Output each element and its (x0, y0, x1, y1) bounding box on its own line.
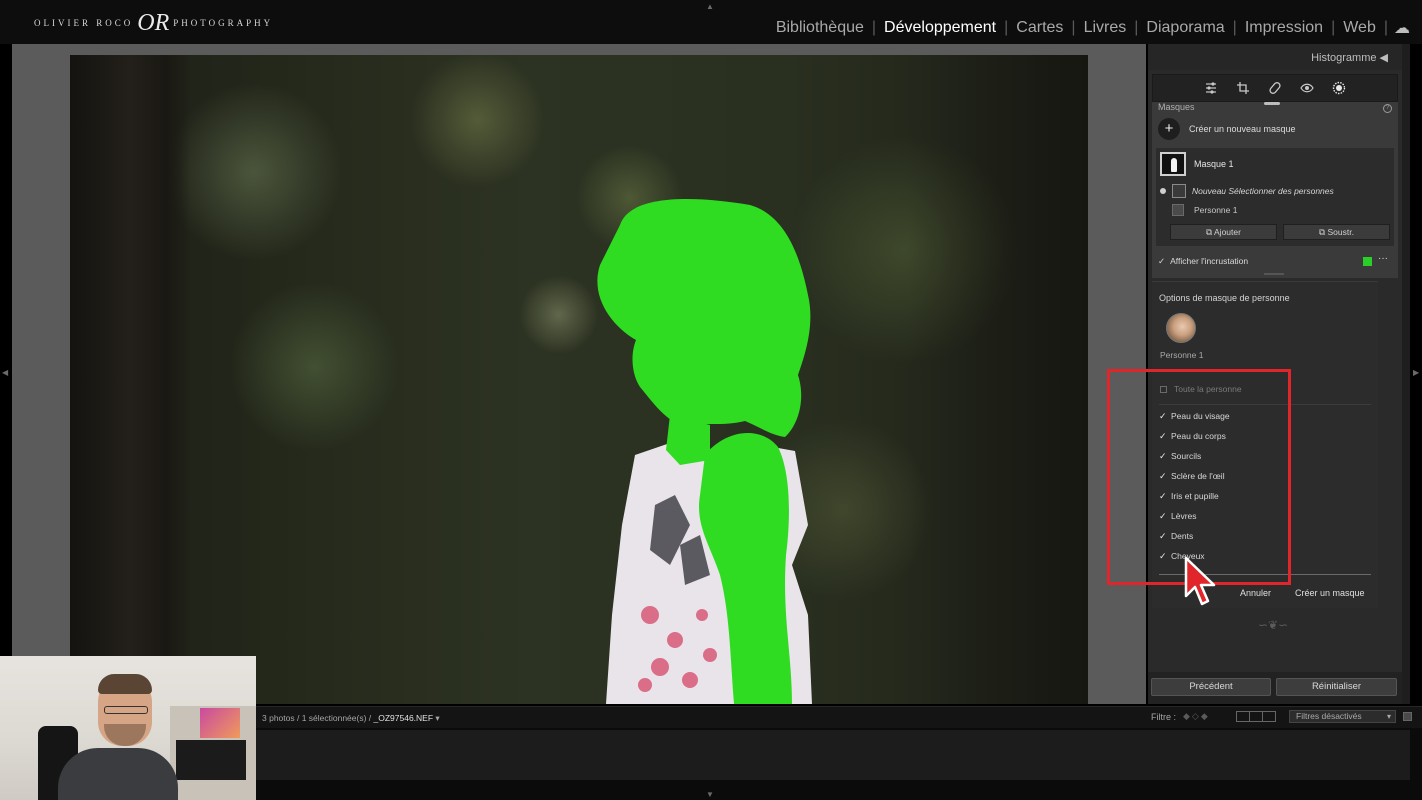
masks-title: Masques (1158, 102, 1195, 112)
person-caption: Personne 1 (1160, 350, 1204, 360)
module-picker: Bibliothèque | Développement | Cartes | Liv… (768, 18, 1422, 38)
module-print[interactable]: Impression (1237, 19, 1331, 37)
person-icon (1172, 204, 1184, 216)
checkmark-icon: ✓ (1158, 255, 1166, 266)
view-filter-icon[interactable] (1236, 711, 1276, 722)
panel-bottom-buttons: Précédent Réinitialiser (1148, 672, 1402, 704)
module-map[interactable]: Cartes (1008, 19, 1071, 37)
panel-end-ornament-icon: ∽❦∽ (1258, 618, 1289, 632)
panel-scrollbar[interactable] (1402, 44, 1410, 704)
collapse-top-arrow-icon[interactable]: ▲ (706, 2, 714, 11)
logo-right-text: PHOTOGRAPHY (173, 18, 274, 28)
filmstrip-thumbnails[interactable] (256, 730, 1410, 780)
cloud-sync-icon[interactable]: ☁ (1388, 18, 1422, 38)
masks-resize-handle[interactable] (1264, 273, 1284, 275)
logo-mark: OR (137, 9, 170, 36)
person-options-title: Options de masque de personne (1159, 293, 1290, 303)
help-icon[interactable]: ? (1383, 104, 1392, 113)
red-eye-icon[interactable] (1299, 80, 1315, 96)
reset-button[interactable]: Réinitialiser (1276, 678, 1397, 696)
filter-label: Filtre : (1151, 712, 1177, 722)
visibility-dot-icon[interactable] (1160, 188, 1166, 194)
overlay-color-swatch[interactable] (1363, 257, 1372, 266)
person-item[interactable]: Personne 1 (1172, 203, 1237, 217)
person-mask-overlay (597, 199, 812, 704)
flag-filter-icon[interactable]: ◆◇◆ (1183, 711, 1210, 722)
edit-sliders-icon[interactable] (1203, 80, 1219, 96)
add-button-label: Ajouter (1214, 227, 1241, 237)
tool-strip (1152, 74, 1398, 102)
histogram-header[interactable]: Histogramme ◀ (1148, 44, 1402, 70)
collapse-left-arrow-icon[interactable]: ◀ (2, 368, 8, 377)
create-new-mask-label: Créer un nouveau masque (1189, 124, 1296, 134)
collapse-right-arrow-icon[interactable]: ▶ (1413, 368, 1419, 377)
identity-plate: OLIVIER ROCO OR PHOTOGRAPHY (34, 10, 273, 36)
module-library[interactable]: Bibliothèque (768, 19, 872, 37)
plus-icon: + (1158, 118, 1180, 140)
subtract-button-label: Soustr. (1327, 227, 1354, 237)
person-name: Personne 1 (1194, 205, 1238, 215)
webcam-overlay (0, 656, 256, 800)
mask-list: Masque 1 Nouveau Sélectionner des person… (1156, 148, 1394, 246)
submask-item[interactable]: Nouveau Sélectionner des personnes (1160, 183, 1334, 199)
masks-drag-handle[interactable] (1264, 102, 1280, 105)
photo[interactable] (70, 55, 1088, 704)
more-options-icon[interactable]: ··· (1378, 253, 1388, 264)
filmstrip-source-info[interactable]: 3 photos / 1 sélectionnée(s) / _OZ97546.… (262, 713, 440, 724)
mask-thumbnail (1160, 152, 1186, 176)
healing-icon[interactable] (1267, 80, 1283, 96)
create-new-mask-button[interactable]: + Créer un nouveau masque (1158, 117, 1296, 141)
collapse-bottom-arrow-icon[interactable]: ▼ (706, 790, 714, 799)
image-viewer[interactable] (12, 44, 1146, 704)
submask-name: Nouveau Sélectionner des personnes (1192, 186, 1334, 196)
show-overlay-label: Afficher l'incrustation (1170, 256, 1249, 266)
mask-head (597, 199, 811, 437)
mask-item[interactable]: Masque 1 (1160, 151, 1234, 177)
top-bar: ▲ OLIVIER ROCO OR PHOTOGRAPHY Bibliothèq… (0, 0, 1422, 44)
subtract-button[interactable]: ⧉ Soustr. (1283, 224, 1390, 240)
module-slideshow[interactable]: Diaporama (1138, 19, 1232, 37)
previous-button[interactable]: Précédent (1151, 678, 1271, 696)
show-overlay-toggle[interactable]: ✓ Afficher l'incrustation ··· (1158, 253, 1394, 269)
module-book[interactable]: Livres (1076, 19, 1135, 37)
module-develop[interactable]: Développement (876, 19, 1004, 37)
module-web[interactable]: Web (1335, 19, 1384, 37)
logo-left-text: OLIVIER ROCO (34, 18, 134, 28)
add-button[interactable]: ⧉ Ajouter (1170, 224, 1277, 240)
mouse-cursor-icon (1184, 556, 1216, 606)
filter-switch[interactable] (1403, 712, 1412, 721)
filmstrip-count: 3 photos / 1 sélectionnée(s) / (262, 713, 374, 723)
masks-panel: Masques ? + Créer un nouveau masque Masq… (1152, 102, 1398, 278)
highlight-annotation-box (1107, 369, 1291, 585)
create-mask-button[interactable]: Créer un masque (1295, 588, 1365, 598)
cancel-button[interactable]: Annuler (1240, 588, 1271, 598)
filter-preset-select[interactable]: Filtres désactivés (1289, 710, 1396, 723)
filmstrip-filename: _OZ97546.NEF (373, 713, 434, 723)
crop-icon[interactable] (1235, 80, 1251, 96)
histogram-label: Histogramme (1311, 52, 1377, 64)
masking-icon[interactable] (1331, 80, 1347, 96)
person-avatar[interactable] (1166, 313, 1196, 343)
mask-name: Masque 1 (1194, 159, 1234, 169)
select-people-icon (1172, 184, 1186, 198)
